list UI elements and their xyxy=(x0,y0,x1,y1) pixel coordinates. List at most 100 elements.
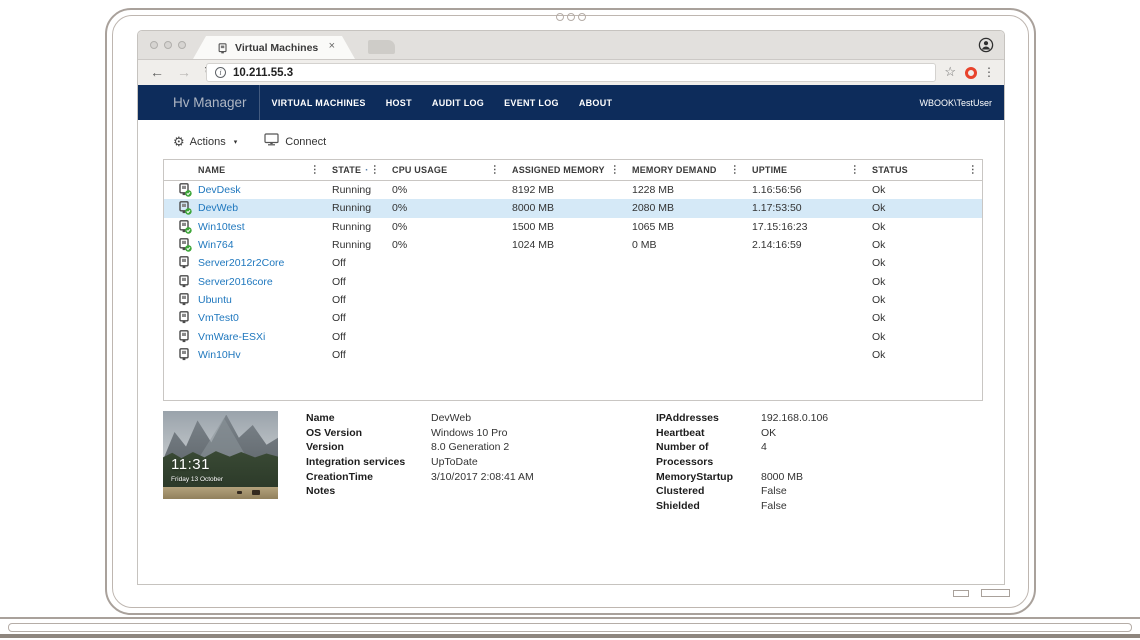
connect-button[interactable]: Connect xyxy=(264,133,326,151)
bookmark-star-icon[interactable]: ☆ xyxy=(944,64,956,80)
forward-icon[interactable]: → xyxy=(177,64,191,80)
cell-status: Ok xyxy=(872,330,886,343)
table-row[interactable]: VmWare-ESXi Off Ok xyxy=(164,327,982,345)
nav-item-host[interactable]: HOST xyxy=(376,98,422,108)
vm-name-cell: Win764 xyxy=(164,238,324,252)
bezel-dot xyxy=(567,13,575,21)
vm-name-link[interactable]: Ubuntu xyxy=(198,294,232,306)
column-menu-icon[interactable]: ⋮ xyxy=(310,165,320,176)
column-header-memory-demand[interactable]: MEMORY DEMAND ⋮ xyxy=(624,160,744,180)
column-menu-icon[interactable]: ⋮ xyxy=(490,165,500,176)
cell-status: Ok xyxy=(872,257,886,270)
column-header-name[interactable]: NAME ⋮ xyxy=(164,160,324,180)
address-bar[interactable]: i 10.211.55.3 xyxy=(206,63,936,82)
table-row[interactable]: DevWeb Running 0% 8000 MB 2080 MB 1.17:53:50 O… xyxy=(164,199,982,218)
cell-uptime: 2.14:16:59 xyxy=(752,239,802,252)
vm-name-cell: Win10test xyxy=(164,219,324,234)
column-header-state[interactable]: STATE · ⋮ xyxy=(324,160,384,180)
column-header-label: NAME xyxy=(198,165,226,175)
cell-state: Off xyxy=(332,275,346,288)
vm-name-link[interactable]: Server2012r2Core xyxy=(198,257,284,269)
cell-assigned: 8000 MB xyxy=(512,202,555,215)
column-menu-icon[interactable]: ⋮ xyxy=(968,165,978,176)
detail-value-clustered: False xyxy=(761,485,787,498)
table-row[interactable]: Win10test Running 0% 1500 MB 1065 MB 17.15:16… xyxy=(164,218,982,236)
table-row[interactable]: DevDesk Running 0% 8192 MB 1228 MB 1.16:56:56… xyxy=(164,181,982,199)
nav-item-audit-log[interactable]: AUDIT LOG xyxy=(422,98,494,108)
browser-menu-icon[interactable]: ⋮ xyxy=(983,65,995,79)
cell-status: Ok xyxy=(872,239,886,252)
cell-status: Ok xyxy=(872,293,886,306)
vm-name-link[interactable]: DevWeb xyxy=(198,202,238,214)
inactive-tab[interactable] xyxy=(368,40,395,54)
actions-toolbar: ⚙ Actions ▾ Connect xyxy=(173,132,326,152)
window-close-button[interactable] xyxy=(150,41,158,49)
cell-state: Off xyxy=(332,257,346,270)
vm-off-icon xyxy=(178,347,192,362)
table-row[interactable]: Server2016core Off Ok xyxy=(164,272,982,290)
window-zoom-button[interactable] xyxy=(178,41,186,49)
cell-state: Running xyxy=(332,202,372,215)
browser-window: Virtual Machines × ← → ↻ i 10.211.55.3 ☆… xyxy=(137,30,1005,585)
column-menu-icon[interactable]: ⋮ xyxy=(730,165,740,176)
actions-button[interactable]: Actions xyxy=(190,136,226,148)
column-menu-icon[interactable]: ⋮ xyxy=(850,165,860,176)
cell-state: Running xyxy=(332,239,372,252)
signed-in-user: WBOOK\TestUser xyxy=(919,97,992,108)
sort-indicator: · xyxy=(365,164,369,176)
profile-icon[interactable] xyxy=(978,37,994,53)
back-icon[interactable]: ← xyxy=(150,64,164,80)
thumbnail-animal xyxy=(237,491,243,495)
tab-close-icon[interactable]: × xyxy=(329,40,335,52)
detail-value-memorystartup: 8000 MB xyxy=(761,470,804,483)
vm-name-link[interactable]: VmWare-ESXi xyxy=(198,331,265,343)
cell-cpu: 0% xyxy=(392,184,408,197)
column-menu-icon[interactable]: ⋮ xyxy=(370,165,380,176)
cell-status: Ok xyxy=(872,220,886,233)
page-info-icon[interactable]: i xyxy=(215,67,226,78)
cell-status: Ok xyxy=(872,348,886,361)
table-row[interactable]: Win10Hv Off Ok xyxy=(164,346,982,364)
vm-off-icon xyxy=(178,256,192,270)
extension-icon[interactable] xyxy=(965,67,977,79)
vm-name-cell: VmTest0 xyxy=(164,311,324,325)
table-row[interactable]: Server2012r2Core Off Ok xyxy=(164,254,982,272)
vm-off-icon xyxy=(178,293,192,307)
detail-value-name: DevWeb xyxy=(431,412,472,424)
detail-label-notes: Notes xyxy=(306,485,336,498)
vm-name-link[interactable]: DevDesk xyxy=(198,184,241,196)
cell-assigned: 8192 MB xyxy=(512,184,555,197)
cell-uptime: 17.15:16:23 xyxy=(752,220,808,233)
vm-preview-thumbnail[interactable]: 11:31 Friday 13 October xyxy=(163,411,278,499)
table-row[interactable]: VmTest0 Off Ok xyxy=(164,309,982,327)
table-row[interactable]: Ubuntu Off Ok xyxy=(164,291,982,309)
cell-status: Ok xyxy=(872,184,886,197)
nav-item-virtual-machines[interactable]: VIRTUAL MACHINES xyxy=(262,98,376,108)
vm-name-link[interactable]: Win764 xyxy=(198,239,234,251)
column-header-assigned-memory[interactable]: ASSIGNED MEMORY ⋮ xyxy=(504,160,624,180)
nav-item-about[interactable]: ABOUT xyxy=(569,98,623,108)
vm-name-link[interactable]: Win10Hv xyxy=(198,349,241,361)
table-row[interactable]: Win764 Running 0% 1024 MB 0 MB 2.14:16:59 Ok xyxy=(164,236,982,254)
detail-value-creationtime: 3/10/2017 2:08:41 AM xyxy=(431,470,534,483)
vm-name-link[interactable]: VmTest0 xyxy=(198,312,239,324)
column-header-cpu-usage[interactable]: CPU USAGE ⋮ xyxy=(384,160,504,180)
cell-status: Ok xyxy=(872,202,886,215)
window-minimize-button[interactable] xyxy=(164,41,172,49)
vm-name-cell: Win10Hv xyxy=(164,347,324,362)
column-header-status[interactable]: STATUS ⋮ xyxy=(864,160,982,180)
browser-tab[interactable]: Virtual Machines × xyxy=(193,36,355,59)
app-brand[interactable]: Hv Manager xyxy=(173,95,247,110)
vm-name-link[interactable]: Server2016core xyxy=(198,276,273,288)
vm-name-link[interactable]: Win10test xyxy=(198,221,245,233)
detail-value-integration-services: UpToDate xyxy=(431,455,478,468)
nav-item-event-log[interactable]: EVENT LOG xyxy=(494,98,569,108)
column-menu-icon[interactable]: ⋮ xyxy=(610,165,620,176)
column-header-uptime[interactable]: UPTIME ⋮ xyxy=(744,160,864,180)
cell-cpu: 0% xyxy=(392,239,408,252)
browser-tabstrip: Virtual Machines × xyxy=(138,31,1004,59)
vm-off-icon xyxy=(178,329,192,344)
cell-state: Off xyxy=(332,293,346,306)
chevron-down-icon[interactable]: ▾ xyxy=(234,138,238,146)
detail-value-os-version: Windows 10 Pro xyxy=(431,426,508,439)
